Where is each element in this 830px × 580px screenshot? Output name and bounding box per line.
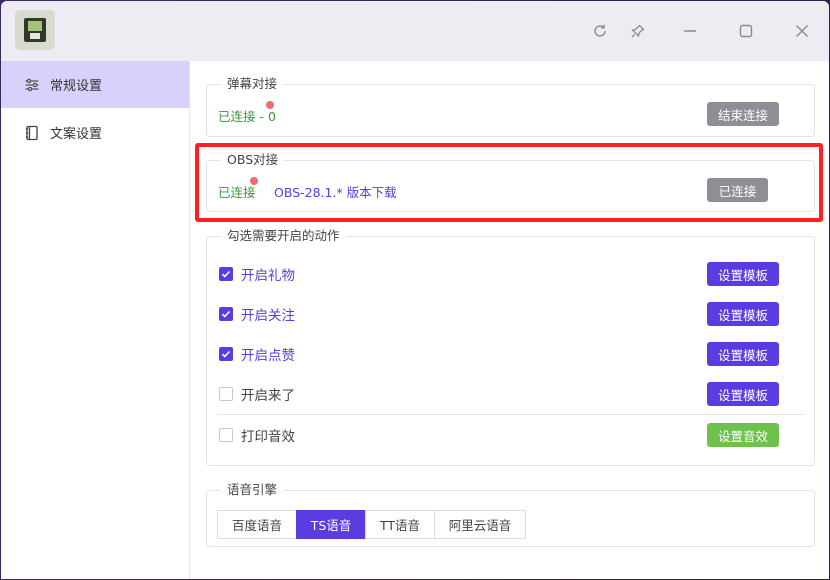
sliders-icon: [23, 76, 41, 94]
actions-group: 勾选需要开启的动作 开启礼物 设置模板 开启关注 设置模板 开启点赞 设置模板 …: [206, 228, 815, 466]
set-template-button[interactable]: 设置模板: [707, 302, 779, 326]
checkbox-label: 开启来了: [241, 388, 295, 404]
voice-legend: 语音引擎: [221, 482, 284, 498]
maximize-icon[interactable]: [734, 19, 758, 43]
arrival-checkbox-row[interactable]: 开启来了: [219, 382, 295, 406]
obs-status: 已连接: [218, 185, 256, 200]
like-checkbox-row[interactable]: 开启点赞: [219, 342, 295, 366]
set-template-button[interactable]: 设置模板: [707, 382, 779, 406]
status-dot: [250, 177, 258, 185]
title-bar: [1, 1, 829, 61]
end-connection-button[interactable]: 结束连接: [707, 102, 779, 126]
checkbox-label: 开启礼物: [241, 268, 295, 284]
close-icon[interactable]: [790, 19, 814, 43]
voice-option-baidu[interactable]: 百度语音: [217, 510, 297, 539]
sidebar-item-label: 常规设置: [50, 79, 103, 94]
sidebar-item-copy-settings[interactable]: 文案设置: [1, 109, 189, 156]
set-template-button[interactable]: 设置模板: [707, 342, 779, 366]
main-panel: 弹幕对接 已连接 - 0 结束连接 OBS对接 已连接 OBS-28.1.* 版…: [191, 61, 829, 579]
set-template-button[interactable]: 设置模板: [707, 262, 779, 286]
checkbox[interactable]: [219, 307, 233, 321]
sidebar-item-general-settings[interactable]: 常规设置: [1, 61, 189, 108]
voice-engine-group: 语音引擎 百度语音 TS语音 TT语音 阿里云语音: [206, 482, 815, 547]
voice-engine-selector: 百度语音 TS语音 TT语音 阿里云语音: [217, 510, 526, 539]
pin-icon[interactable]: [626, 19, 650, 43]
checkbox[interactable]: [219, 347, 233, 361]
danmaku-status: 已连接 - 0: [218, 109, 276, 124]
obs-connected-button[interactable]: 已连接: [707, 178, 768, 202]
gift-checkbox-row[interactable]: 开启礼物: [219, 262, 295, 286]
obs-legend: OBS对接: [221, 152, 285, 168]
app-icon: [15, 10, 55, 50]
voice-option-tt[interactable]: TT语音: [365, 510, 435, 539]
obs-download-link[interactable]: OBS-28.1.* 版本下载: [274, 182, 397, 201]
minimize-icon[interactable]: [678, 19, 702, 43]
checkbox[interactable]: [219, 387, 233, 401]
follow-checkbox-row[interactable]: 开启关注: [219, 302, 295, 326]
voice-option-aliyun[interactable]: 阿里云语音: [434, 510, 526, 539]
checkbox[interactable]: [219, 267, 233, 281]
danmaku-group: 弹幕对接 已连接 - 0 结束连接: [206, 76, 815, 137]
checkbox-label: 开启点赞: [241, 348, 295, 364]
checkbox-label: 开启关注: [241, 308, 295, 324]
divider: [217, 414, 805, 415]
notebook-icon: [23, 124, 41, 142]
checkbox-label: 打印音效: [241, 429, 295, 445]
app-window: 常规设置 文案设置 弹幕对接 已连接 - 0 结束连接 OBS对接 已连接 OB…: [1, 1, 829, 579]
actions-legend: 勾选需要开启的动作: [221, 228, 346, 244]
sidebar: 常规设置 文案设置: [1, 61, 190, 579]
obs-group: OBS对接 已连接 OBS-28.1.* 版本下载 已连接: [206, 152, 815, 212]
status-dot: [266, 101, 274, 109]
danmaku-legend: 弹幕对接: [221, 76, 284, 92]
refresh-icon[interactable]: [588, 19, 612, 43]
set-sound-button[interactable]: 设置音效: [707, 423, 779, 447]
voice-option-ts[interactable]: TS语音: [296, 510, 366, 539]
sidebar-item-label: 文案设置: [50, 127, 103, 142]
print-sound-checkbox-row[interactable]: 打印音效: [219, 423, 295, 447]
checkbox[interactable]: [219, 428, 233, 442]
